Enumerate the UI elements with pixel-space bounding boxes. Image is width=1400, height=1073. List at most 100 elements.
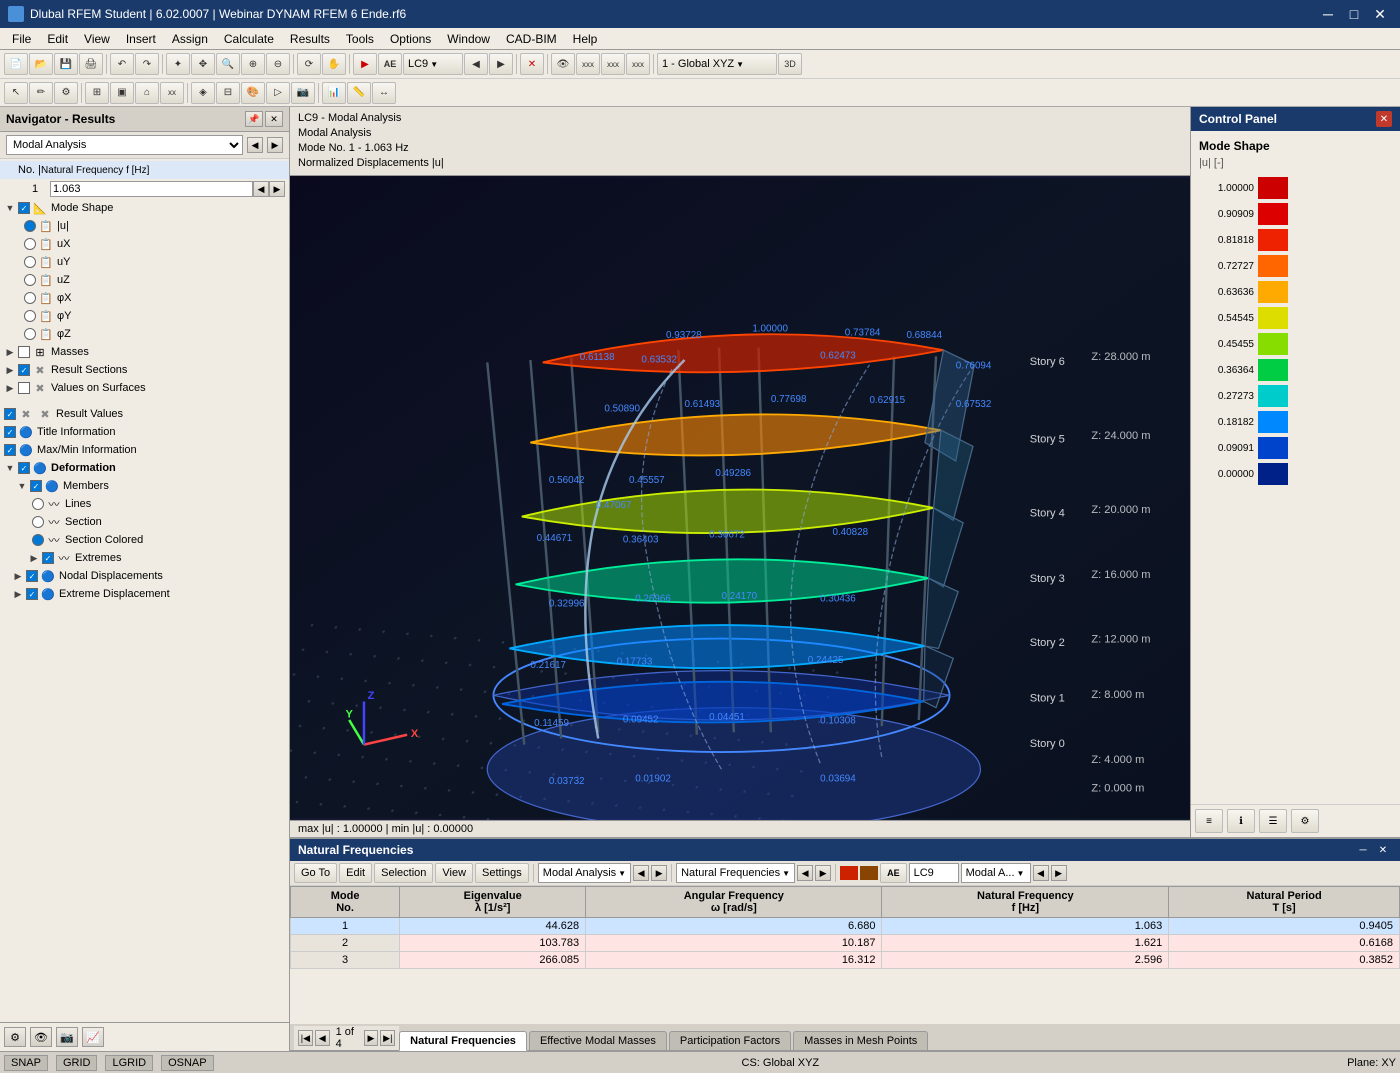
tb-select[interactable]: ✦ [166,53,190,75]
nav-graph-btn[interactable]: 📈 [82,1027,104,1047]
nav-close-btn[interactable]: ✕ [265,111,283,127]
tb-prev[interactable]: ◀ [464,53,488,75]
result-prev-btn[interactable]: ◀ [633,865,649,881]
nav-masses-cb[interactable] [18,346,30,358]
nav-phiz-radio[interactable] [24,328,36,340]
nav-result-sections-row[interactable]: ▶ ✓ ✖ Result Sections [0,361,289,379]
tb-new[interactable]: 📄 [4,53,28,75]
tb2-pencil[interactable]: ✏ [29,82,53,104]
menu-view[interactable]: View [76,30,118,48]
nav-uy-row[interactable]: 📋 uY [0,253,289,271]
cp-list-btn[interactable]: ☰ [1259,809,1287,833]
tb-zoom-out[interactable]: ⊖ [266,53,290,75]
tb-zoom-in[interactable]: ⊕ [241,53,265,75]
tb-eye[interactable]: 👁 [551,53,575,75]
tb-next[interactable]: ▶ [489,53,513,75]
tb-save[interactable]: 💾 [54,53,78,75]
nav-deformation-row[interactable]: ▼ ✓ 🔵 Deformation [0,459,289,477]
menu-results[interactable]: Results [282,30,338,48]
result-sel-btn[interactable]: Selection [374,863,433,883]
result-settings-btn[interactable]: Settings [475,863,529,883]
tb-move[interactable]: ✥ [191,53,215,75]
nav-uz-radio[interactable] [24,274,36,286]
nav-ux-row[interactable]: 📋 uX [0,235,289,253]
tb2-arrow[interactable]: ↖ [4,82,28,104]
nav-cam-btn[interactable]: 📷 [56,1027,78,1047]
tb2-anims[interactable]: ▷ [266,82,290,104]
tb2-gear[interactable]: ⚙ [54,82,78,104]
result-next-btn[interactable]: ▶ [651,865,667,881]
tb-open[interactable]: 📂 [29,53,53,75]
nav-result-values-row[interactable]: ✓ ✖ ✖ Result Values [0,405,289,423]
menu-calculate[interactable]: Calculate [216,30,282,48]
nav-mbr-cb[interactable]: ✓ [30,480,42,492]
tb-run[interactable]: ▶ [353,53,377,75]
nav-mode-shape-row[interactable]: ▼ ✓ 📐 Mode Shape [0,199,289,217]
tb-ae[interactable]: AE [378,53,402,75]
menu-insert[interactable]: Insert [118,30,164,48]
maximize-button[interactable]: □ [1342,4,1366,24]
nav-u-abs-radio[interactable] [24,220,36,232]
nav-settings-btn[interactable]: ⚙ [4,1027,26,1047]
table-prev-btn[interactable]: ◀ [315,1030,330,1046]
tb-lc-dropdown[interactable]: LC9 ▼ [403,53,463,75]
table-next-btn[interactable]: ▶ [364,1030,379,1046]
tb2-chart[interactable]: 📊 [322,82,346,104]
nav-eye-btn[interactable]: 👁 [30,1027,52,1047]
nav-nodal-disp-row[interactable]: ▶ ✓ 🔵 Nodal Displacements [0,567,289,585]
cp-close-btn[interactable]: ✕ [1376,111,1392,127]
menu-help[interactable]: Help [565,30,606,48]
result-goto-btn[interactable]: Go To [294,863,337,883]
tb-rotate[interactable]: ⟳ [297,53,321,75]
status-lgrid[interactable]: LGRID [105,1055,153,1071]
nav-lines-radio[interactable] [32,498,44,510]
result-view-btn[interactable]: View [435,863,473,883]
nav-phiy-row[interactable]: 📋 φY [0,307,289,325]
tb2-xyz[interactable]: xx [160,82,184,104]
viewport-canvas[interactable]: Story 6 Z: 28.000 m Story 5 Z: 24.000 m … [290,176,1190,820]
cp-table-btn[interactable]: ≡ [1195,809,1223,833]
nav-freq-input[interactable] [50,181,253,197]
nav-rs-cb[interactable]: ✓ [18,364,30,376]
tab-participation[interactable]: Participation Factors [669,1031,791,1050]
nav-vos-row[interactable]: ▶ ✖ Values on Surfaces [0,379,289,397]
nav-analysis-select[interactable]: Modal Analysis [6,135,243,155]
menu-edit[interactable]: Edit [39,30,76,48]
menu-options[interactable]: Options [382,30,439,48]
nav-freq-prev[interactable]: ◀ [253,181,269,197]
tb2-color[interactable]: 🎨 [241,82,265,104]
nav-rv-cb[interactable]: ✓ [4,408,16,420]
tb-stop[interactable]: ✕ [520,53,544,75]
nav-title-info-row[interactable]: ✓ 🔵 Title Information [0,423,289,441]
nav-maxmin-row[interactable]: ✓ 🔵 Max/Min Information [0,441,289,459]
cp-info-btn[interactable]: ℹ [1227,809,1255,833]
tb-view-dropdown[interactable]: 1 - Global XYZ ▼ [657,53,777,75]
result-edit-btn[interactable]: Edit [339,863,372,883]
result-close-btn[interactable]: ✕ [1374,842,1392,858]
tb2-mesh[interactable]: ⊞ [85,82,109,104]
nav-ed-cb[interactable]: ✓ [26,588,38,600]
tab-masses-mesh[interactable]: Masses in Mesh Points [793,1031,928,1050]
tb-xxx3[interactable]: xxx [626,53,650,75]
table-last-btn[interactable]: ▶| [380,1030,395,1046]
result-ae-btn[interactable]: AE [880,863,907,883]
result-type-dropdown[interactable]: Natural Frequencies ▼ [676,863,795,883]
tb-undo[interactable]: ↶ [110,53,134,75]
result-mode-prev[interactable]: ◀ [1033,865,1049,881]
tb-pan[interactable]: ✋ [322,53,346,75]
close-button[interactable]: ✕ [1368,4,1392,24]
nav-lines-row[interactable]: 〰 Lines [0,495,289,513]
table-row[interactable]: 3 266.085 16.312 2.596 0.3852 [291,952,1400,969]
nav-sc-radio[interactable] [32,534,44,546]
cp-gear-btn[interactable]: ⚙ [1291,809,1319,833]
result-analysis-dropdown[interactable]: Modal Analysis ▼ [538,863,631,883]
tb-redo[interactable]: ↷ [135,53,159,75]
nav-pin-btn[interactable]: 📌 [245,111,263,127]
tb-zoom[interactable]: 🔍 [216,53,240,75]
menu-cad-bim[interactable]: CAD-BIM [498,30,565,48]
tb2-house[interactable]: ⌂ [135,82,159,104]
tab-natural-freq[interactable]: Natural Frequencies [399,1031,527,1051]
tb-xxx2[interactable]: xxx [601,53,625,75]
nav-section-row[interactable]: 〰 Section [0,513,289,531]
nav-phix-radio[interactable] [24,292,36,304]
